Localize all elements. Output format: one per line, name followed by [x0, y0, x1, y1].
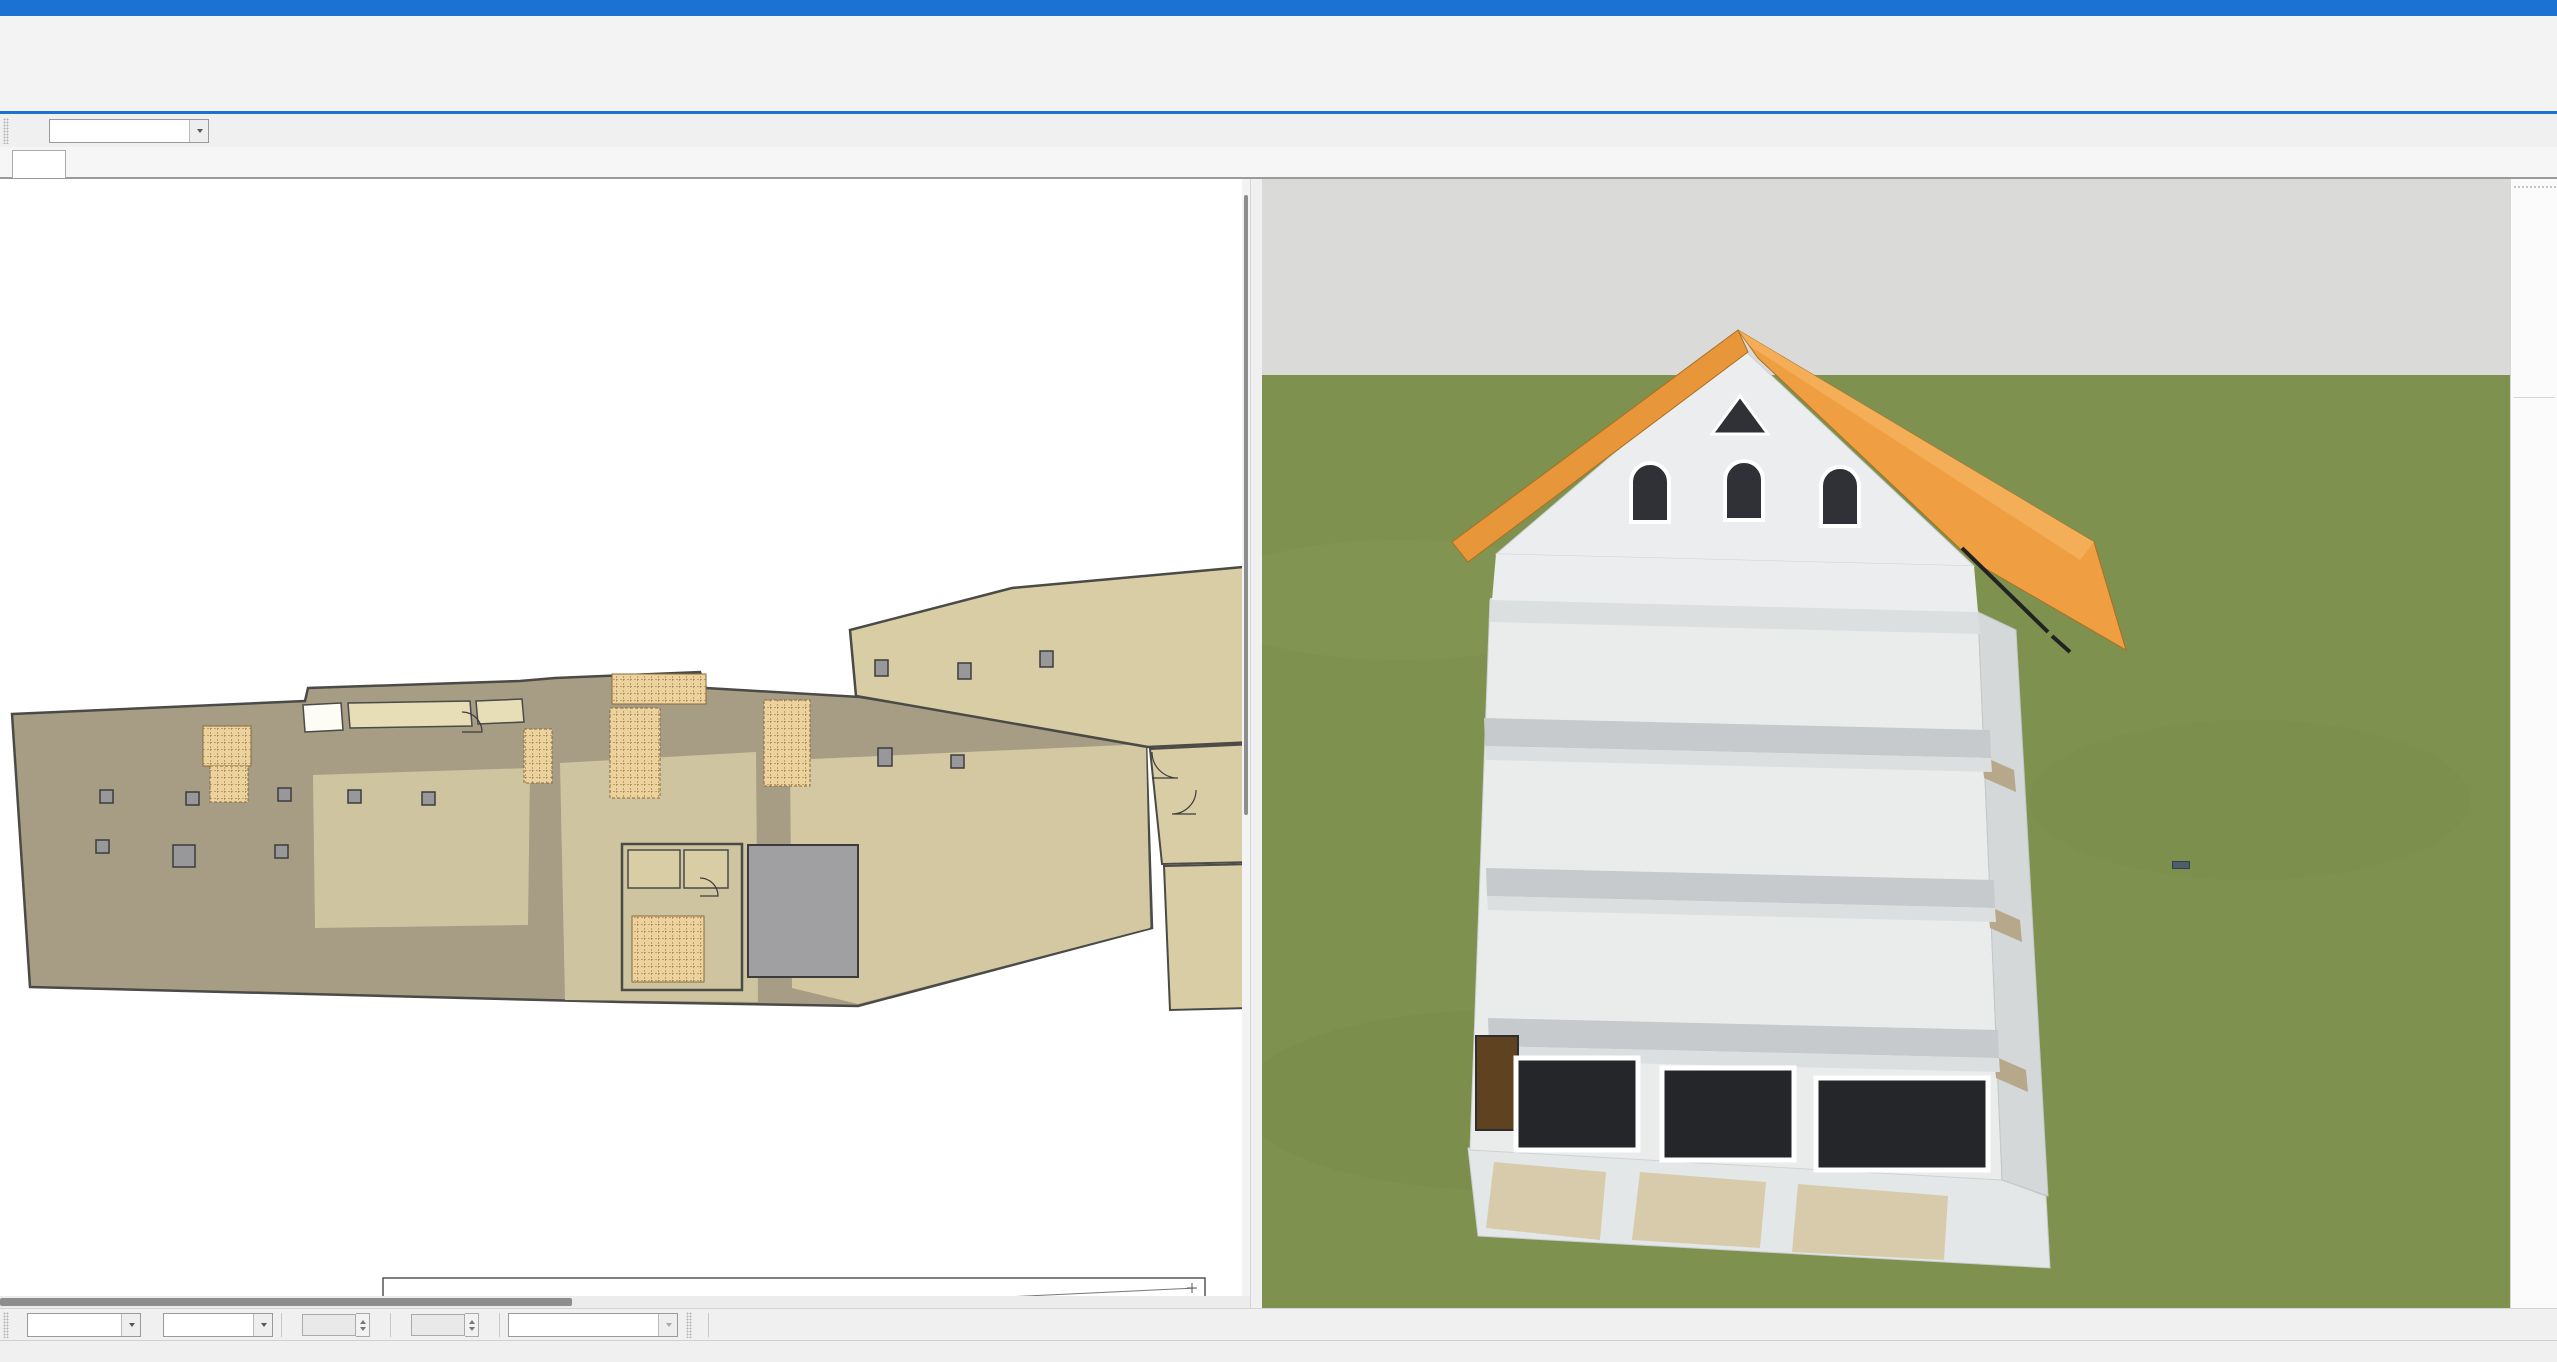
plan-2d-viewport[interactable]	[0, 179, 1250, 1308]
dialog-tabstrip	[0, 147, 2557, 179]
ribbon-tab-bar	[0, 0, 2557, 16]
tooltip-record-mode	[2172, 861, 2190, 869]
bottom-toolbar	[0, 1308, 2557, 1341]
plan-horizontal-scrollbar[interactable]	[0, 1296, 1250, 1308]
status-bar	[0, 1340, 2557, 1362]
terrain-select[interactable]	[49, 119, 209, 143]
viewport-3d[interactable]	[1262, 179, 2510, 1308]
toolbar-drag-handle[interactable]	[3, 118, 9, 144]
dx-input[interactable]	[302, 1314, 356, 1336]
chevron-down-icon[interactable]	[658, 1314, 677, 1336]
chevron-down-icon[interactable]	[253, 1314, 272, 1336]
coordinate-mode-select[interactable]	[508, 1313, 678, 1337]
more-tools-button[interactable]	[719, 1312, 745, 1338]
storey-select[interactable]	[163, 1313, 273, 1337]
chevron-down-icon[interactable]	[189, 120, 208, 142]
bottom-tools-handle[interactable]	[686, 1312, 692, 1338]
layer-select[interactable]	[27, 1313, 141, 1337]
chevron-down-icon[interactable]	[121, 1314, 140, 1336]
side-toolbar	[2510, 179, 2557, 1308]
dy-input[interactable]	[411, 1314, 465, 1336]
floor-plan-drawing	[0, 179, 1250, 1308]
dy-stepper[interactable]	[465, 1313, 479, 1337]
plan-vertical-scrollbar[interactable]	[1242, 179, 1250, 1308]
render-3d	[1262, 179, 2510, 1308]
tab-dialog[interactable]	[12, 150, 66, 178]
side-toolbar-handle	[2513, 185, 2556, 188]
ribbon	[0, 16, 2557, 114]
view-toolbar	[0, 114, 2557, 147]
dx-stepper[interactable]	[356, 1313, 370, 1337]
application-window	[0, 0, 2557, 1362]
bottom-toolbar-handle[interactable]	[3, 1312, 9, 1338]
